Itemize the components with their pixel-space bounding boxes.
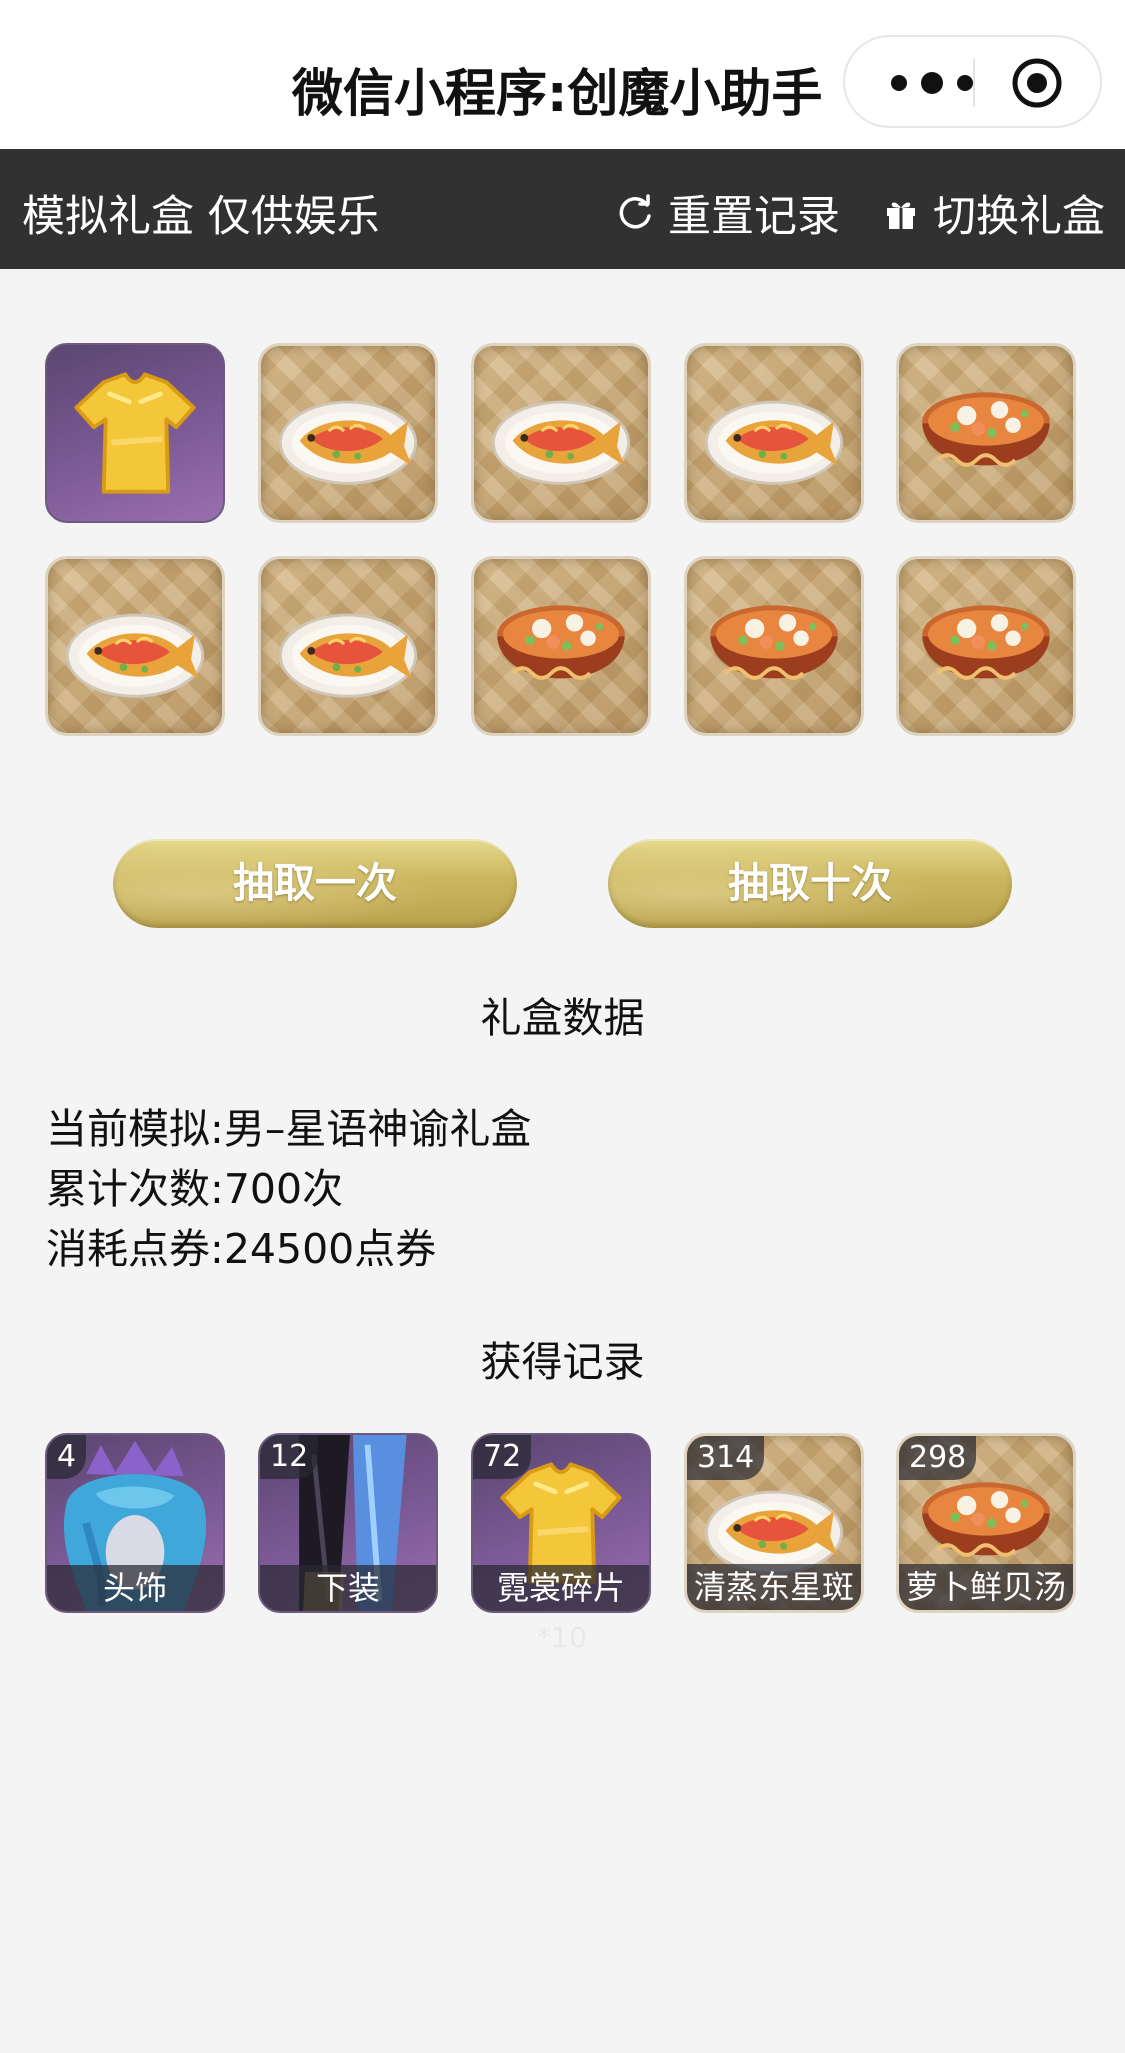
fish-icon [704,400,844,485]
page-title: 微信小程序:创魔小助手 [292,65,823,124]
record-item: 72 霓裳碎片 [471,1433,651,1613]
refresh-icon [619,194,651,229]
record-item: 298 萝卜鲜贝汤 [896,1433,1076,1613]
record-item: 4 头饰 [45,1433,225,1613]
stats-title: 礼盒数据 [480,994,645,1042]
record-count-badge: 12 [260,1435,319,1479]
record-count-badge: 298 [899,1436,977,1480]
total-count-label: 累计次数: [46,1165,224,1213]
records-footnote: *10 [537,1621,587,1654]
draw-result-fish [258,343,438,523]
record-count-badge: 72 [473,1435,532,1479]
capsule-divider [973,59,975,107]
current-simulation-label: 当前模拟: [46,1105,224,1153]
reset-records-label: 重置记录 [668,192,840,242]
draw-once-button[interactable]: 抽取一次 [113,839,517,928]
total-count-row: 累计次数:700次 [46,1155,343,1215]
cost-row: 消耗点券:24500点券 [46,1215,436,1275]
cost-value: 24500点券 [223,1225,437,1273]
soup-icon [710,605,838,680]
entertainment-notice: 模拟礼盒 仅供娱乐 [22,192,380,242]
draw-result-fish [684,343,864,523]
draw-ten-button[interactable]: 抽取十次 [608,839,1012,928]
mini-program-header: 微信小程序:创魔小助手 [0,0,1125,149]
record-item-name: 霓裳碎片 [473,1565,649,1611]
reset-records-button[interactable]: 重置记录 [616,182,840,244]
soup-icon [922,605,1050,680]
record-item-name: 下装 [260,1565,436,1611]
fish-icon [491,400,631,485]
current-simulation-row: 当前模拟:男–星语神谕礼盒 [46,1095,531,1155]
records-title: 获得记录 [480,1338,645,1386]
switch-giftbox-button[interactable]: 切换礼盒 [883,182,1105,244]
draw-result-soup [684,556,864,736]
target-circle-icon[interactable] [1011,57,1063,109]
record-count-badge: 314 [687,1436,765,1480]
fish-icon [278,400,418,485]
gift-icon [887,202,915,229]
soup-icon [497,605,625,680]
tshirt-icon [74,372,196,494]
capsule-menu [843,35,1102,128]
toolbar: 模拟礼盒 仅供娱乐 重置记录 切换礼盒 [0,149,1125,269]
switch-giftbox-label: 切换礼盒 [933,192,1105,242]
draw-result-tshirt [45,343,225,523]
record-item-name: 头饰 [47,1565,223,1611]
record-item-name: 清蒸东星斑 [687,1564,861,1610]
draw-result-fish [45,556,225,736]
draw-result-soup [896,556,1076,736]
draw-result-fish [471,343,651,523]
fish-icon [278,613,418,698]
record-item-name: 萝卜鲜贝汤 [899,1564,1073,1610]
current-simulation-value: 男–星语神谕礼盒 [223,1105,532,1153]
soup-icon [922,392,1050,467]
fish-icon [65,613,205,698]
total-count-value: 700次 [223,1165,344,1213]
record-item: 314 清蒸东星斑 [684,1433,864,1613]
draw-result-fish [258,556,438,736]
more-dots-icon[interactable] [887,63,977,103]
record-item: 12 下装 [258,1433,438,1613]
draw-result-soup [471,556,651,736]
cost-label: 消耗点券: [46,1225,224,1273]
draw-result-soup [896,343,1076,523]
